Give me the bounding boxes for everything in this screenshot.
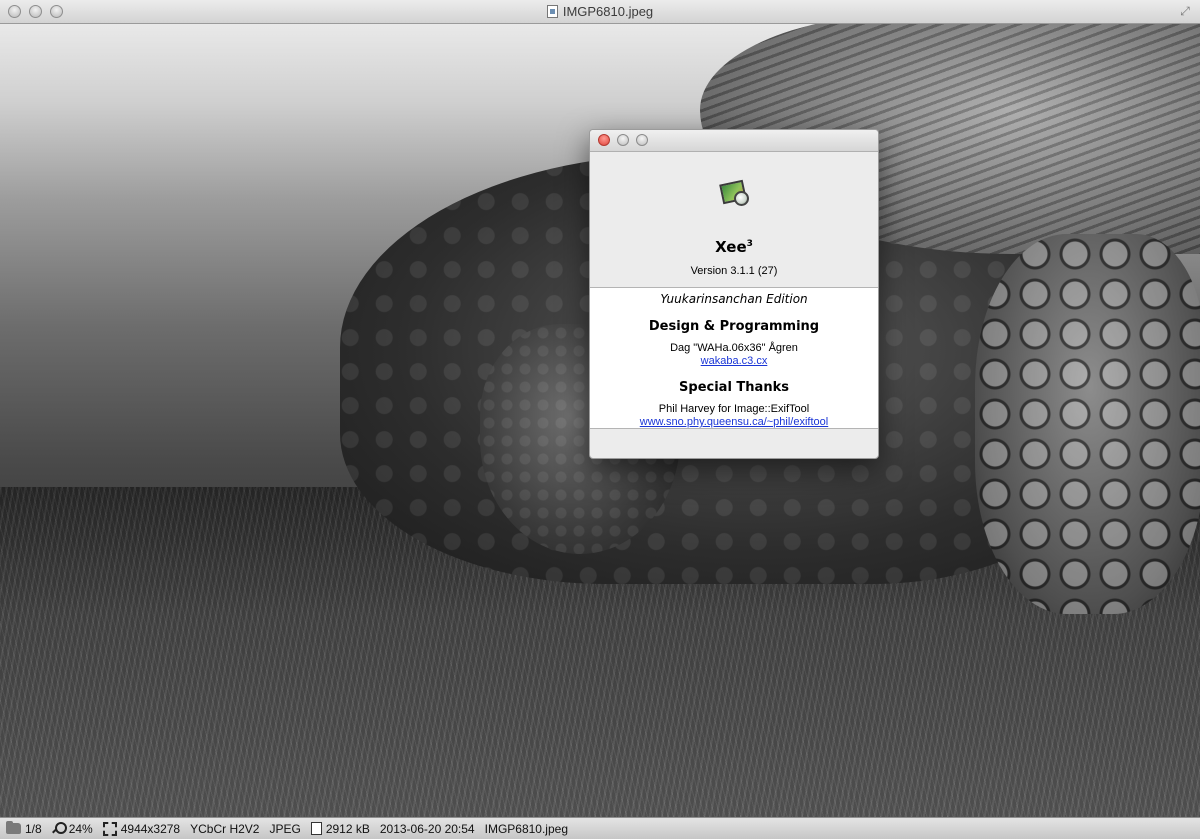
thanks-section-title: Special Thanks (679, 380, 789, 395)
status-date: 2013-06-20 20:54 (380, 822, 475, 836)
thanks-link[interactable]: www.sno.phy.queensu.ca/~phil/exiftool (590, 416, 878, 428)
status-file-size: 2912 kB (310, 821, 370, 836)
folder-icon (6, 821, 21, 834)
status-bar: 1/8 24% 4944x3278 YCbCr H2V2 JPEG 2912 k… (0, 817, 1200, 839)
status-format: JPEG (269, 822, 300, 836)
dimensions-icon (102, 821, 117, 836)
app-name-text: Xee (715, 238, 747, 256)
status-zoom: 24% (52, 822, 93, 836)
design-link[interactable]: wakaba.c3.cx (590, 355, 878, 367)
dimensions-text: 4944x3278 (120, 821, 181, 836)
status-filename: IMGP6810.jpeg (485, 822, 568, 836)
filename-text: IMGP6810.jpeg (484, 821, 568, 836)
file-icon (310, 822, 322, 835)
window-title-wrap: IMGP6810.jpeg (0, 4, 1200, 20)
edition-label: Yuukarinsanchan Edition (660, 292, 808, 306)
zoom-text: 24% (68, 821, 93, 836)
document-icon[interactable] (546, 5, 558, 18)
window-titlebar: IMGP6810.jpeg ⤢ (0, 0, 1200, 24)
about-close-button[interactable] (598, 134, 610, 146)
photo-tortoise-leg (975, 234, 1200, 614)
xee-app-icon (719, 179, 751, 208)
app-name: Xee3 (590, 238, 878, 256)
status-dimensions: 4944x3278 (102, 821, 181, 836)
design-section-title: Design & Programming (648, 319, 820, 334)
color-mode-text: YCbCr H2V2 (190, 821, 260, 836)
magnifier-icon (52, 822, 67, 835)
credits-scroll-area[interactable]: Yuukarinsanchan Edition Design & Program… (590, 287, 878, 429)
thanks-credit: Phil Harvey for Image::ExifTool (658, 403, 810, 415)
about-minimize-button[interactable] (617, 134, 629, 146)
file-size-text: 2912 kB (325, 821, 370, 836)
about-window-controls (598, 134, 648, 146)
about-panel: Xee3 Version 3.1.1 (27) Yuukarinsanchan … (589, 129, 879, 459)
format-text: JPEG (269, 821, 301, 836)
app-name-superscript: 3 (746, 239, 753, 249)
about-titlebar (590, 130, 878, 152)
status-color-mode: YCbCr H2V2 (190, 822, 259, 836)
date-text: 2013-06-20 20:54 (379, 821, 475, 836)
position-text: 1/8 (25, 821, 42, 836)
design-credit: Dag "WAHa.06x36" Ågren (670, 342, 798, 354)
status-position: 1/8 (6, 821, 42, 836)
fullscreen-icon[interactable]: ⤢ (1178, 4, 1192, 18)
magnifier-lens-icon (734, 191, 749, 206)
app-version: Version 3.1.1 (27) (690, 265, 778, 277)
about-zoom-button[interactable] (636, 134, 648, 146)
window-title: IMGP6810.jpeg (562, 4, 654, 19)
